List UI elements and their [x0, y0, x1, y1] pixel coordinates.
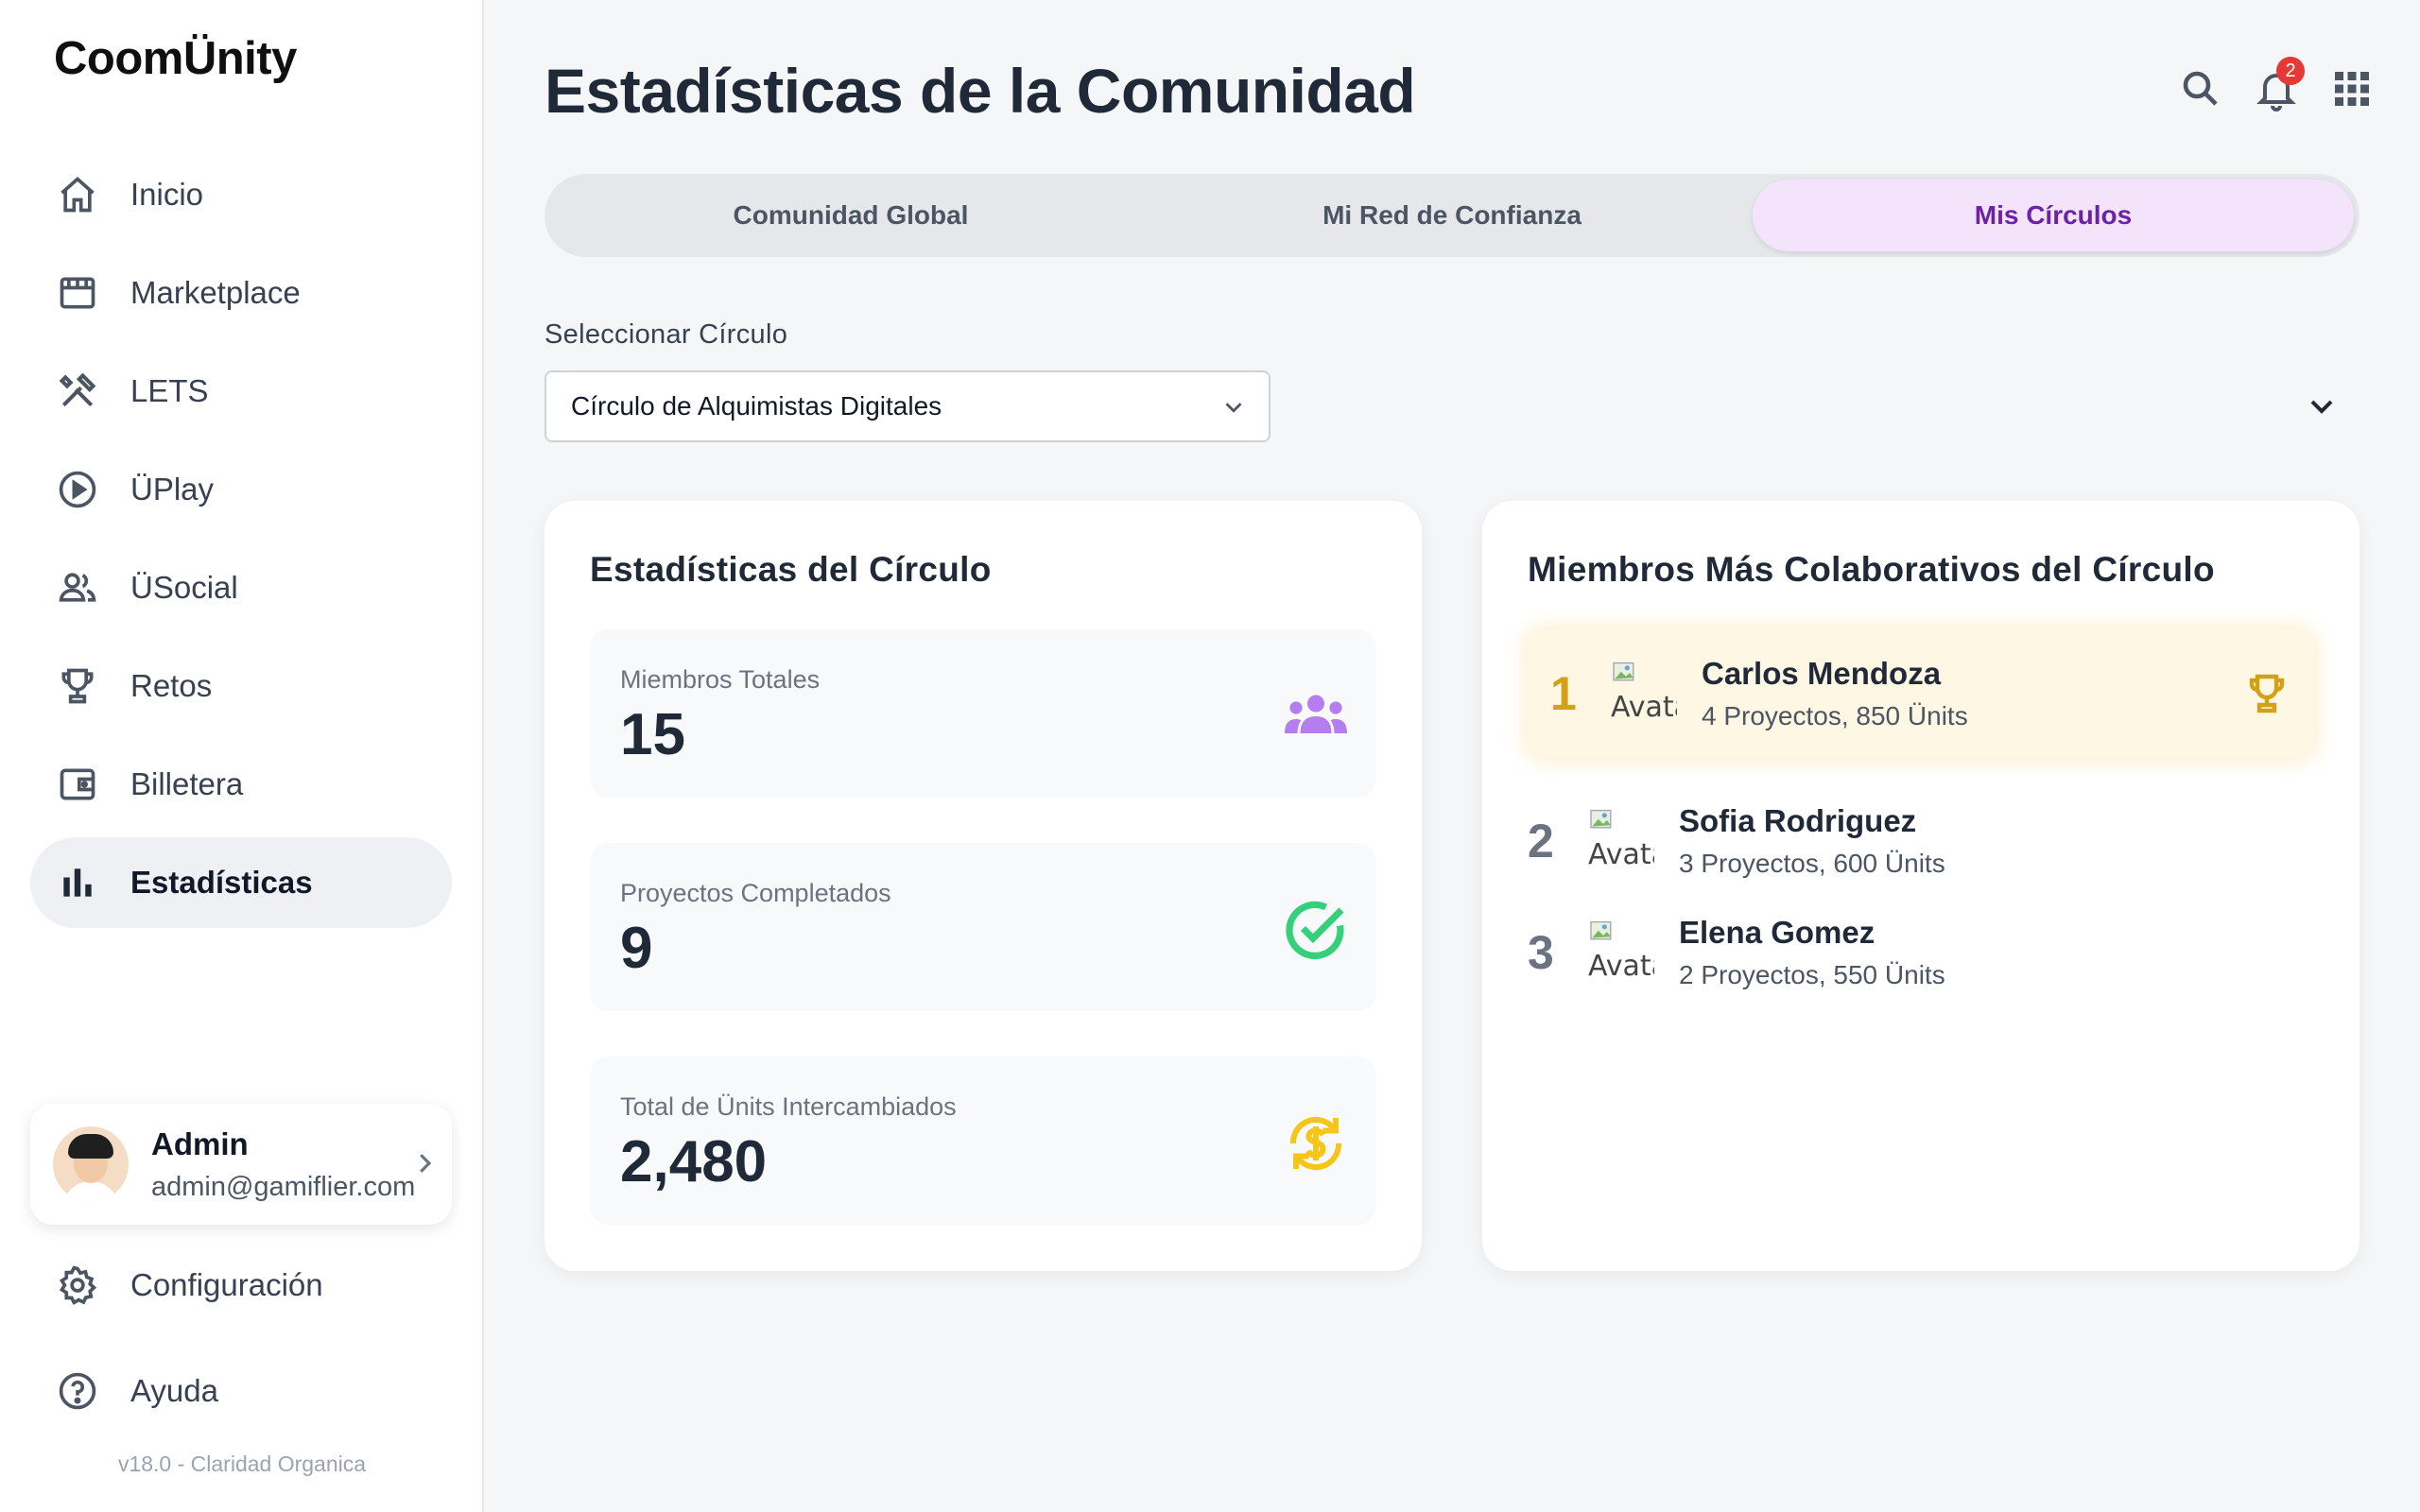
- page-title: Estadísticas de la Comunidad: [544, 56, 1416, 126]
- people-icon: [57, 567, 98, 609]
- circle-select-value: Círculo de Alquimistas Digitales: [571, 391, 942, 421]
- search-button[interactable]: [2178, 66, 2223, 112]
- apps-grid-icon: [2335, 72, 2369, 106]
- avatar-alt-text: Avatar: [1588, 950, 1654, 983]
- circle-select[interactable]: Círculo de Alquimistas Digitales: [544, 370, 1270, 442]
- group-icon: [1282, 682, 1350, 750]
- sidebar-nav: Inicio Marketplace LETS ÜPlay ÜSocial Re…: [30, 149, 452, 936]
- circle-select-label: Seleccionar Círculo: [544, 319, 788, 350]
- bar-chart-icon: [57, 862, 98, 903]
- tab-comunidad-global[interactable]: Comunidad Global: [550, 180, 1151, 251]
- top-members-card: Miembros Más Colaborativos del Círculo 1…: [1482, 501, 2360, 1271]
- sidebar-item-label: ÜSocial: [130, 570, 238, 605]
- tools-icon: [57, 370, 98, 412]
- sidebar-item-label: Marketplace: [130, 275, 301, 310]
- sidebar-item-label: Estadísticas: [130, 865, 313, 900]
- header-actions: 2: [2148, 57, 2375, 112]
- stat-label: Proyectos Completados: [620, 879, 891, 907]
- stat-label: Total de Ünits Intercambiados: [620, 1092, 957, 1121]
- member-description: 2 Proyectos, 550 Ünits: [1679, 960, 1945, 989]
- help-icon: [57, 1370, 98, 1412]
- sidebar-bottom-nav: Configuración Ayuda: [30, 1240, 452, 1452]
- broken-image-icon: [1590, 920, 1612, 940]
- stat-value: 2,480: [620, 1129, 768, 1194]
- sidebar-item-label: Billetera: [130, 766, 244, 801]
- tab-mi-red-de-confianza[interactable]: Mi Red de Confianza: [1151, 180, 1753, 251]
- sidebar-item-label: ÜPlay: [130, 472, 215, 507]
- member-name: Elena Gomez: [1679, 915, 1876, 950]
- member-description: 3 Proyectos, 600 Ünits: [1679, 849, 1945, 878]
- stat-completed-projects: Proyectos Completados 9: [590, 843, 1376, 1011]
- sidebar-item-billetera[interactable]: Billetera: [30, 739, 452, 830]
- member-rank: 2: [1528, 815, 1554, 868]
- avatar: Avatar: [1584, 806, 1654, 876]
- sidebar-item-label: Configuración: [130, 1267, 323, 1302]
- gear-icon: [57, 1264, 98, 1306]
- sidebar: CoomÜnity Inicio Marketplace LETS ÜPlay: [0, 0, 484, 1512]
- store-icon: [57, 272, 98, 314]
- chevron-down-icon: [1225, 403, 1242, 413]
- brand-logo[interactable]: CoomÜnity: [54, 32, 297, 85]
- stat-label: Miembros Totales: [620, 665, 821, 694]
- stat-units-exchanged: Total de Ünits Intercambiados 2,480: [590, 1057, 1376, 1225]
- sidebar-item-inicio[interactable]: Inicio: [30, 149, 452, 240]
- sidebar-item-label: LETS: [130, 373, 209, 408]
- sidebar-item-label: Inicio: [130, 177, 204, 212]
- apps-button[interactable]: [2329, 66, 2375, 112]
- stat-value: 9: [620, 916, 653, 981]
- expand-chevron-icon[interactable]: [2303, 387, 2341, 425]
- broken-image-icon: [1613, 662, 1634, 681]
- notification-badge: 2: [2276, 57, 2305, 85]
- user-email: admin@gamiflier.com: [151, 1171, 416, 1202]
- avatar: Avatar: [1584, 918, 1654, 988]
- member-row[interactable]: 3 Avatar Elena Gomez 2 Proyectos, 550 Ün…: [1528, 898, 2314, 1007]
- sidebar-item-usocial[interactable]: ÜSocial: [30, 542, 452, 633]
- member-name: Sofia Rodriguez: [1679, 803, 1917, 838]
- card-title: Miembros Más Colaborativos del Círculo: [1528, 550, 2215, 589]
- check-circle-icon: [1282, 896, 1350, 964]
- sidebar-item-uplay[interactable]: ÜPlay: [30, 444, 452, 535]
- sidebar-item-label: Ayuda: [130, 1373, 218, 1408]
- sidebar-item-lets[interactable]: LETS: [30, 346, 452, 437]
- notifications-button[interactable]: 2: [2254, 57, 2305, 112]
- user-name: Admin: [151, 1125, 249, 1161]
- member-description: 4 Proyectos, 850 Ünits: [1702, 701, 1968, 730]
- sidebar-item-label: Retos: [130, 668, 213, 703]
- chevron-right-icon: [420, 1154, 432, 1173]
- sidebar-item-configuracion[interactable]: Configuración: [30, 1240, 452, 1331]
- sidebar-item-retos[interactable]: Retos: [30, 641, 452, 731]
- member-name: Carlos Mendoza: [1702, 656, 1942, 691]
- member-rank: 3: [1528, 926, 1554, 979]
- search-icon: [2183, 71, 2218, 106]
- avatar: [53, 1126, 129, 1202]
- trophy-icon: [2249, 674, 2285, 713]
- sidebar-item-ayuda[interactable]: Ayuda: [30, 1346, 452, 1436]
- avatar-alt-text: Avatar: [1588, 838, 1654, 871]
- play-circle-icon: [57, 469, 98, 510]
- stat-value: 15: [620, 702, 685, 767]
- view-tabs: Comunidad Global Mi Red de Confianza Mis…: [544, 174, 2360, 257]
- avatar: Avatar: [1607, 659, 1677, 729]
- member-rank: 1: [1550, 667, 1577, 720]
- sidebar-item-estadisticas[interactable]: Estadísticas: [30, 837, 452, 928]
- currency-exchange-icon: [1282, 1109, 1350, 1177]
- stat-total-members: Miembros Totales 15: [590, 629, 1376, 798]
- broken-image-icon: [1590, 809, 1612, 829]
- trophy-icon: [57, 665, 98, 707]
- wallet-icon: [57, 764, 98, 805]
- member-row[interactable]: 2 Avatar Sofia Rodriguez 3 Proyectos, 60…: [1528, 786, 2314, 896]
- tab-mis-circulos[interactable]: Mis Círculos: [1753, 180, 2354, 251]
- version-label: v18.0 - Claridad Organica: [117, 1452, 367, 1476]
- member-row[interactable]: 1 Avatar Carlos Mendoza 4 Proyectos, 850…: [1528, 629, 2314, 758]
- sidebar-item-marketplace[interactable]: Marketplace: [30, 248, 452, 338]
- home-icon: [57, 174, 98, 215]
- user-profile-card[interactable]: Admin admin@gamiflier.com: [30, 1104, 452, 1225]
- circle-stats-card: Estadísticas del Círculo Miembros Totale…: [544, 501, 1422, 1271]
- card-title: Estadísticas del Círculo: [590, 550, 992, 589]
- avatar-alt-text: Avatar: [1611, 691, 1677, 724]
